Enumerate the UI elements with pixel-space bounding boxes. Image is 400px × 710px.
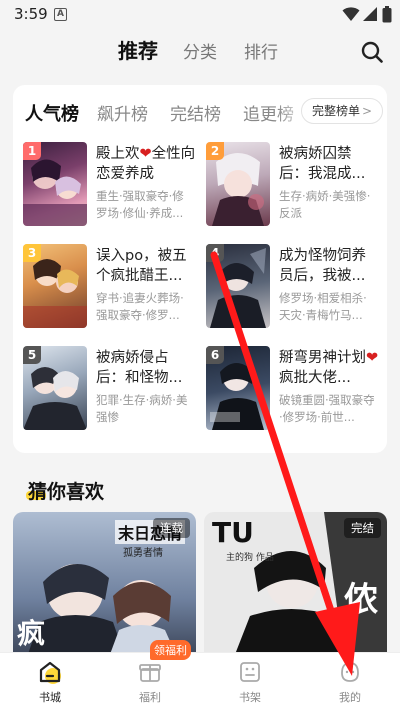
- bookshelf-icon: [240, 662, 260, 682]
- cover-side-text: 侬: [344, 580, 378, 620]
- signal-icon: [363, 7, 377, 21]
- book-title: 被病娇侵占后：和怪物...: [96, 350, 183, 386]
- book-title-part: 疯批大佬...: [279, 370, 351, 386]
- wifi-icon: [342, 7, 360, 21]
- cover-title: TU: [212, 516, 254, 549]
- rank-badge: 2: [206, 142, 224, 160]
- book-title-part: 殿上欢: [96, 146, 140, 162]
- ranking-book-3[interactable]: 3 误入po，被五个疯批醋王... 穿书·追妻火葬场·强取豪夺·修罗...: [23, 244, 203, 334]
- rank-tab-rising[interactable]: 飙升榜: [97, 100, 148, 125]
- rank-tab-completed[interactable]: 完结榜: [170, 100, 221, 125]
- heart-icon: ❤: [366, 350, 379, 366]
- full-list-label: 完整榜单: [312, 104, 361, 118]
- home-icon: [39, 661, 61, 684]
- nav-label: 我的: [339, 691, 361, 704]
- top-tab-bar: 推荐 分类 排行: [0, 30, 400, 76]
- ranking-book-2[interactable]: 2 被病娇囚禁后：我混成... 生存·病娇·美强惨·反派: [206, 142, 386, 232]
- book-tags: 重生·强取豪夺·修罗场·修仙·养成...: [96, 189, 184, 220]
- nav-label: 福利: [139, 691, 161, 704]
- status-bar: 3:59 A: [0, 0, 400, 30]
- book-cover: 4: [206, 244, 270, 328]
- full-list-button[interactable]: 完整榜单 >: [301, 98, 384, 124]
- rank-badge: 5: [23, 346, 41, 364]
- book-tags: 修罗场·相爱相杀·天灾·青梅竹马...: [279, 291, 367, 322]
- bottom-nav: 书城 福利 书架 我的: [0, 652, 400, 710]
- book-title: 掰弯男神计划❤ 疯批大佬...: [279, 348, 379, 388]
- book-title: 误入po，被五个疯批醋王...: [96, 248, 187, 284]
- ranking-book-4[interactable]: 4 成为怪物饲养员后，我被... 修罗场·相爱相杀·天灾·青梅竹马...: [206, 244, 386, 334]
- book-cover: 1: [23, 142, 87, 226]
- rank-badge: 4: [206, 244, 224, 262]
- nav-item-welfare[interactable]: 福利: [100, 653, 200, 710]
- rank-badge: 1: [23, 142, 41, 160]
- gift-icon: [139, 664, 161, 682]
- book-tags: 生存·病娇·美强惨·反派: [279, 189, 371, 220]
- book-cover: 2: [206, 142, 270, 226]
- book-tags: 犯罪·生存·病娇·美强惨: [96, 393, 188, 424]
- nav-item-bookshelf[interactable]: 书架: [200, 653, 300, 710]
- battery-icon: [382, 6, 392, 23]
- book-cover: 6: [206, 346, 270, 430]
- nav-item-bookstore[interactable]: 书城: [0, 653, 100, 710]
- rank-badge: 6: [206, 346, 224, 364]
- ranking-card: 人气榜 飙升榜 完结榜 追更榜 完整榜单 > 1 殿上欢❤全性向恋爱养成 重生·强…: [13, 85, 387, 453]
- search-icon[interactable]: [360, 40, 384, 64]
- welfare-badge: 领福利: [150, 640, 191, 660]
- tab-recommend[interactable]: 推荐: [118, 35, 158, 64]
- completed-status-badge: 完结: [344, 518, 381, 538]
- cover-subtitle: 主的狗 作品: [226, 553, 274, 563]
- nav-label: 书架: [239, 691, 261, 704]
- ranking-book-5[interactable]: 5 被病娇侵占后：和怪物... 犯罪·生存·病娇·美强惨: [23, 346, 203, 436]
- rank-badge: 3: [23, 244, 41, 262]
- chevron-right-icon: >: [362, 104, 373, 118]
- tab-ranking[interactable]: 排行: [244, 38, 278, 63]
- status-time: 3:59: [14, 5, 48, 23]
- rank-tab-popular[interactable]: 人气榜: [21, 100, 79, 126]
- guess-card-1[interactable]: 末日恋情 孤勇者情 疯 连载: [13, 512, 196, 657]
- guess-card-2[interactable]: TU 主的狗 作品 侬 完结: [204, 512, 387, 657]
- book-title: 成为怪物饲养员后，我被...: [279, 248, 366, 284]
- book-cover: 3: [23, 244, 87, 328]
- cover-side-text: 疯: [17, 617, 46, 650]
- heart-icon: ❤: [139, 146, 152, 162]
- notification-icon: A: [54, 8, 67, 21]
- book-title: 被病娇囚禁后：我混成...: [279, 146, 366, 182]
- tab-category[interactable]: 分类: [183, 38, 217, 63]
- section-title-guess: 猜你喜欢: [28, 481, 105, 503]
- profile-icon: [341, 662, 359, 682]
- book-title: 殿上欢❤全性向恋爱养成: [96, 144, 196, 184]
- nav-label: 书城: [39, 691, 61, 704]
- ranking-book-1[interactable]: 1 殿上欢❤全性向恋爱养成 重生·强取豪夺·修罗场·修仙·养成...: [23, 142, 203, 232]
- cover-subtitle: 孤勇者情: [123, 548, 163, 559]
- ranking-book-6[interactable]: 6 掰弯男神计划❤ 疯批大佬... 破镜重圆·强取豪夺·修罗场·前世...: [206, 346, 386, 436]
- book-title-part: 掰弯男神计划: [279, 350, 366, 366]
- book-cover: 5: [23, 346, 87, 430]
- nav-item-mine[interactable]: 我的: [300, 653, 400, 710]
- book-tags: 穿书·追妻火葬场·强取豪夺·修罗...: [96, 291, 184, 322]
- book-tags: 破镜重圆·强取豪夺·修罗场·前世...: [279, 393, 375, 424]
- serial-status-badge: 连载: [153, 518, 190, 538]
